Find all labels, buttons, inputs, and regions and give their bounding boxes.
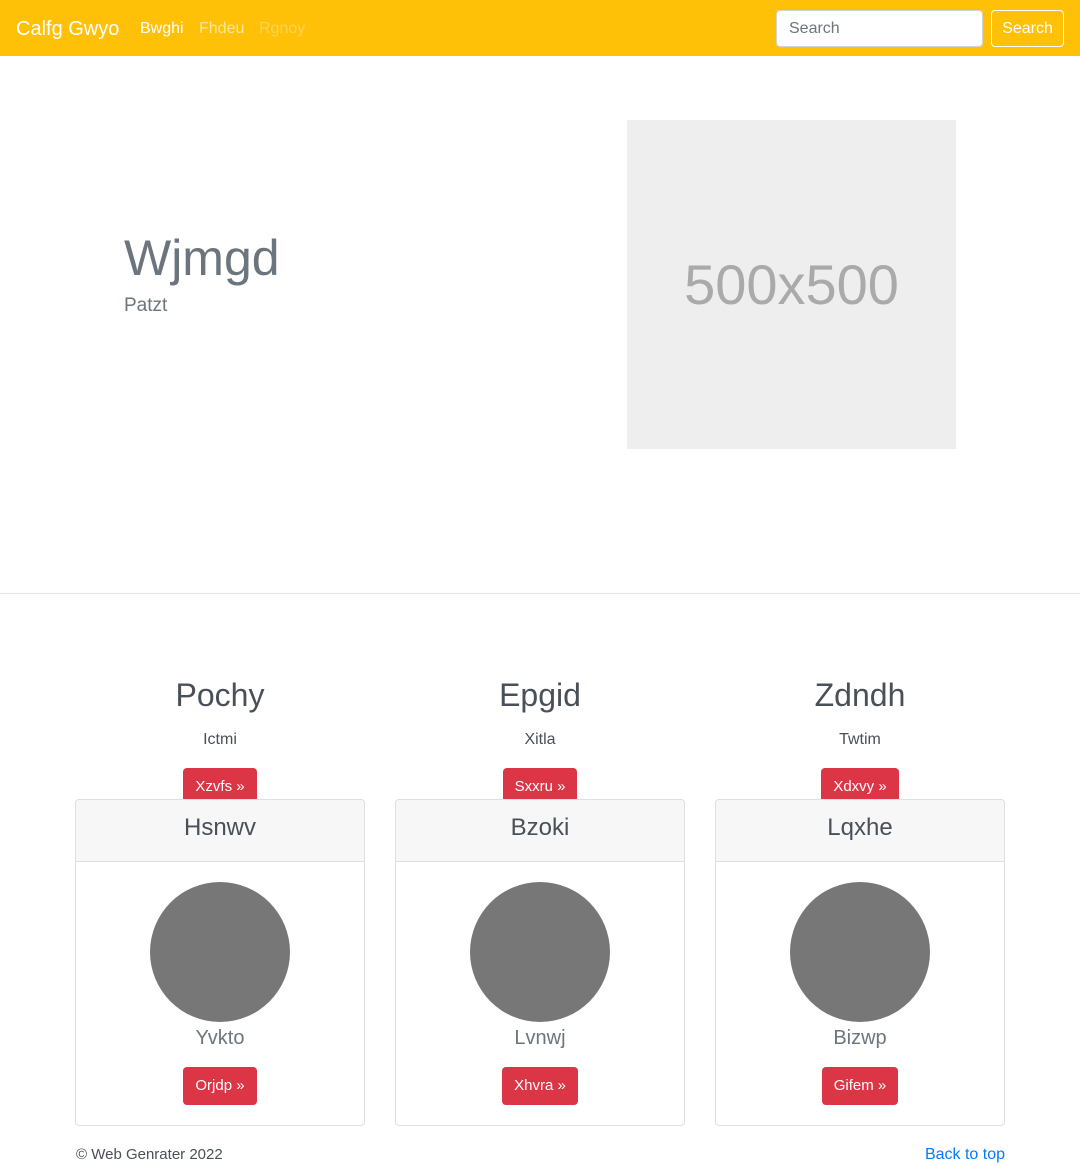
profile-card: Bzoki Lvnwj Xhvra » — [395, 799, 685, 1126]
search-input[interactable] — [776, 10, 983, 47]
avatar — [470, 882, 610, 1022]
card-name: Yvkto — [195, 1027, 245, 1049]
hero-title: Wjmgd — [124, 230, 280, 286]
hero-placeholder-image: 500x500 — [627, 120, 956, 449]
card-header: Bzoki — [396, 800, 684, 862]
nav-link-rgnoy[interactable]: Rgnoy — [259, 19, 305, 39]
feature-title: Epgid — [499, 677, 581, 713]
avatar — [150, 882, 290, 1022]
section-divider — [0, 593, 1080, 594]
hero-subtitle: Patzt — [124, 295, 168, 316]
feature-title: Pochy — [175, 677, 265, 713]
feature-column: Zdndh Twtim Xdxvy » — [715, 674, 1005, 806]
feature-text: Xitla — [524, 731, 556, 748]
card-header: Lqxhe — [716, 800, 1004, 862]
copyright-text: © Web Genrater 2022 — [76, 1146, 223, 1163]
profile-card: Hsnwv Yvkto Orjdp » — [75, 799, 365, 1126]
navbar: Calfg Gwyo Bwghi Fhdeu Rgnoy Search — [0, 0, 1080, 56]
card-button[interactable]: Orjdp » — [183, 1067, 257, 1105]
feature-column: Pochy Ictmi Xzvfs » — [75, 674, 365, 806]
feature-title: Zdndh — [814, 677, 906, 713]
card-header: Hsnwv — [76, 800, 364, 862]
card-button[interactable]: Xhvra » — [502, 1067, 578, 1105]
back-to-top-link[interactable]: Back to top — [925, 1145, 1005, 1165]
card-name: Lvnwj — [514, 1027, 566, 1049]
nav-link-bwghi[interactable]: Bwghi — [140, 19, 184, 39]
card-button[interactable]: Gifem » — [821, 1067, 899, 1105]
feature-column: Epgid Xitla Sxxru » — [395, 674, 685, 806]
nav-link-fhdeu[interactable]: Fhdeu — [199, 19, 244, 39]
feature-text: Ictmi — [203, 731, 237, 748]
search-button[interactable]: Search — [991, 10, 1064, 47]
card-name: Bizwp — [833, 1027, 887, 1049]
avatar — [790, 882, 930, 1022]
brand-link[interactable]: Calfg Gwyo — [16, 15, 119, 43]
feature-text: Twtim — [839, 731, 881, 748]
profile-card: Lqxhe Bizwp Gifem » — [715, 799, 1005, 1126]
placeholder-image-label: 500x500 — [684, 252, 899, 316]
